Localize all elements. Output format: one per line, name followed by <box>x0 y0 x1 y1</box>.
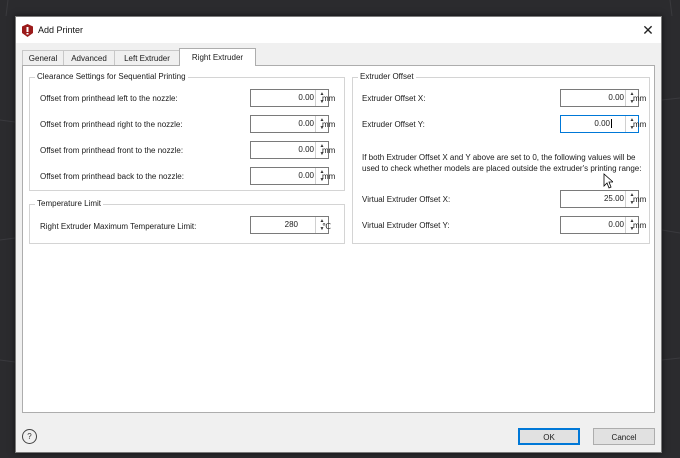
extruder-offset-y-text: 0.00 <box>594 119 610 128</box>
title-bar: Add Printer ✕ <box>16 17 661 43</box>
mouse-cursor-icon <box>603 173 613 189</box>
temperature-limit-input[interactable]: 280 ▲ ▼ <box>250 216 329 234</box>
temperature-group-title: Temperature Limit <box>35 199 104 208</box>
offset-back-input[interactable]: 0.00 ▲ ▼ <box>250 167 329 185</box>
offset-front-label: Offset from printhead front to the nozzl… <box>40 146 184 155</box>
virtual-offset-x-value: 25.00 <box>603 194 624 203</box>
virtual-offset-y-input[interactable]: 0.00 ▲ ▼ <box>560 216 639 234</box>
offset-back-value: 0.00 <box>298 171 314 180</box>
offset-right-label: Offset from printhead right to the nozzl… <box>40 120 183 129</box>
virtual-offset-y-label: Virtual Extruder Offset Y: <box>362 221 450 230</box>
virtual-offset-y-value: 0.00 <box>608 220 624 229</box>
tab-right-extruder[interactable]: Right Extruder <box>179 48 256 66</box>
tab-left-extruder[interactable]: Left Extruder <box>114 50 180 65</box>
extruder-offset-y-label: Extruder Offset Y: <box>362 120 425 129</box>
temperature-limit-label: Right Extruder Maximum Temperature Limit… <box>40 222 197 231</box>
extruder-offset-x-unit: mm <box>633 94 647 103</box>
offset-left-unit: mm <box>322 94 336 103</box>
extruder-offset-x-value: 0.00 <box>608 93 624 102</box>
offset-front-value: 0.00 <box>298 145 314 154</box>
virtual-offset-x-unit: mm <box>633 195 647 204</box>
tab-general[interactable]: General <box>22 50 64 65</box>
clearance-group-title: Clearance Settings for Sequential Printi… <box>35 72 188 81</box>
extruder-offset-y-value: 0.00 <box>562 116 612 132</box>
ok-button[interactable]: OK <box>518 428 580 445</box>
offset-back-label: Offset from printhead back to the nozzle… <box>40 172 184 181</box>
temperature-unit: ℃ <box>322 222 331 231</box>
text-caret <box>611 119 612 129</box>
offset-right-unit: mm <box>322 120 336 129</box>
tab-advanced[interactable]: Advanced <box>63 50 115 65</box>
offset-front-unit: mm <box>322 146 336 155</box>
cancel-button[interactable]: Cancel <box>593 428 655 445</box>
extruder-offset-x-label: Extruder Offset X: <box>362 94 426 103</box>
help-icon[interactable]: ? <box>22 429 37 444</box>
temperature-limit-value: 280 <box>284 220 298 229</box>
offset-right-input[interactable]: 0.00 ▲ ▼ <box>250 115 329 133</box>
virtual-offset-x-label: Virtual Extruder Offset X: <box>362 195 451 204</box>
offset-left-input[interactable]: 0.00 ▲ ▼ <box>250 89 329 107</box>
extruder-offset-y-unit: mm <box>633 120 647 129</box>
extruder-offset-y-input[interactable]: 0.00 ▲ ▼ <box>560 115 639 133</box>
offset-left-label: Offset from printhead left to the nozzle… <box>40 94 178 103</box>
extruder-offset-x-input[interactable]: 0.00 ▲ ▼ <box>560 89 639 107</box>
printer-logo-icon <box>22 24 33 37</box>
virtual-offset-x-input[interactable]: 25.00 ▲ ▼ <box>560 190 639 208</box>
extruder-offset-group-title: Extruder Offset <box>358 72 416 81</box>
window-title: Add Printer <box>38 25 84 35</box>
close-icon[interactable]: ✕ <box>637 20 659 40</box>
offset-front-input[interactable]: 0.00 ▲ ▼ <box>250 141 329 159</box>
virtual-offset-y-unit: mm <box>633 221 647 230</box>
virtual-offset-note-line1: If both Extruder Offset X and Y above ar… <box>362 153 636 162</box>
virtual-offset-note-line2: used to check whether models are placed … <box>362 164 642 173</box>
offset-back-unit: mm <box>322 172 336 181</box>
offset-right-value: 0.00 <box>298 119 314 128</box>
offset-left-value: 0.00 <box>298 93 314 102</box>
